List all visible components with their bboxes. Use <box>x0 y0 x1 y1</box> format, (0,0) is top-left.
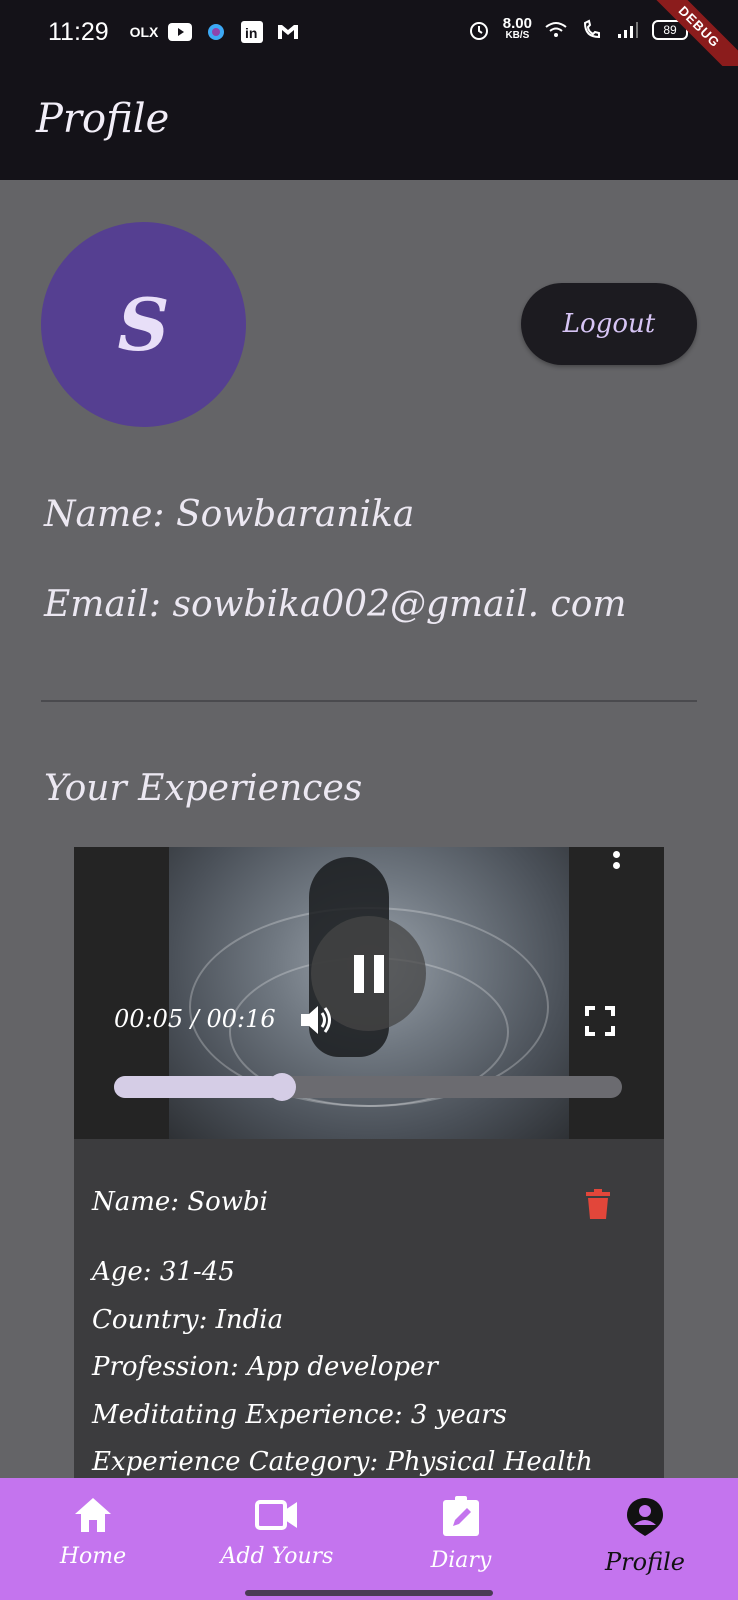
home-icon <box>75 1498 111 1532</box>
network-speed: 8.00 KB/S <box>502 15 532 42</box>
signal-icon <box>616 18 640 42</box>
divider <box>41 700 697 702</box>
experience-country: Country: India <box>92 1305 284 1335</box>
status-bar: 11:29 OLX in 8.00 KB/S 89 DEBUG <box>0 0 738 95</box>
experience-age: Age: 31-45 <box>92 1257 235 1287</box>
video-player[interactable]: 00:05 / 00:16 <box>74 847 664 1139</box>
nav-home-label: Home <box>59 1544 127 1569</box>
nav-profile[interactable]: Profile <box>565 1496 725 1576</box>
fullscreen-icon[interactable] <box>584 1005 616 1037</box>
gesture-bar[interactable] <box>245 1590 493 1596</box>
video-progress-bar[interactable] <box>114 1073 622 1101</box>
nav-diary[interactable]: Diary <box>381 1496 541 1573</box>
more-options-icon[interactable] <box>606 851 626 879</box>
pause-icon-bar <box>373 954 384 993</box>
olx-icon: OLX <box>129 24 159 40</box>
page-title: Profile <box>36 96 170 142</box>
app-bar: Profile <box>0 66 738 180</box>
experience-meditating: Meditating Experience: 3 years <box>92 1400 508 1430</box>
nav-home[interactable]: Home <box>13 1496 173 1569</box>
video-progress-thumb[interactable] <box>267 1073 296 1101</box>
profile-email: Email: sowbika002@gmail. com <box>44 584 627 625</box>
svg-text:in: in <box>245 25 257 41</box>
wifi-icon <box>544 18 568 42</box>
avatar: S <box>41 222 246 427</box>
experience-profession: Profession: App developer <box>92 1352 438 1382</box>
linkedin-icon: in <box>240 20 264 44</box>
experiences-heading: Your Experiences <box>44 768 363 809</box>
bottom-nav: Home Add Yours Diary Profile <box>0 1478 738 1600</box>
app-icon <box>204 20 228 44</box>
system-icons: 8.00 KB/S 89 <box>467 15 688 42</box>
experience-name: Name: Sowbi <box>92 1187 268 1217</box>
notification-icons: OLX in <box>129 20 300 44</box>
nav-diary-label: Diary <box>430 1548 492 1573</box>
nav-add-yours[interactable]: Add Yours <box>197 1496 357 1569</box>
speed-unit: KB/S <box>505 30 530 41</box>
edit-note-icon <box>443 1496 479 1536</box>
nav-profile-label: Profile <box>605 1548 685 1576</box>
delete-icon[interactable] <box>586 1189 610 1219</box>
youtube-icon <box>168 20 192 44</box>
nav-add-yours-label: Add Yours <box>220 1544 334 1569</box>
profile-name: Name: Sowbaranika <box>44 494 415 535</box>
video-time: 00:05 / 00:16 <box>114 1005 276 1033</box>
volume-icon[interactable] <box>298 1001 336 1039</box>
gmail-icon <box>276 20 300 44</box>
video-camera-icon <box>255 1500 297 1530</box>
alarm-icon <box>467 18 491 42</box>
account-pin-icon <box>627 1498 663 1536</box>
logout-button[interactable]: Logout <box>521 283 697 365</box>
experience-category: Experience Category: Physical Health <box>92 1447 593 1477</box>
video-progress-fill <box>114 1076 282 1098</box>
speed-value: 8.00 <box>502 15 532 32</box>
pause-icon-bar <box>353 954 364 993</box>
wifi-call-icon <box>580 18 604 42</box>
status-time: 11:29 <box>48 18 109 46</box>
experience-card: Name: Sowbi Age: 31-45 Country: India Pr… <box>74 1139 664 1479</box>
